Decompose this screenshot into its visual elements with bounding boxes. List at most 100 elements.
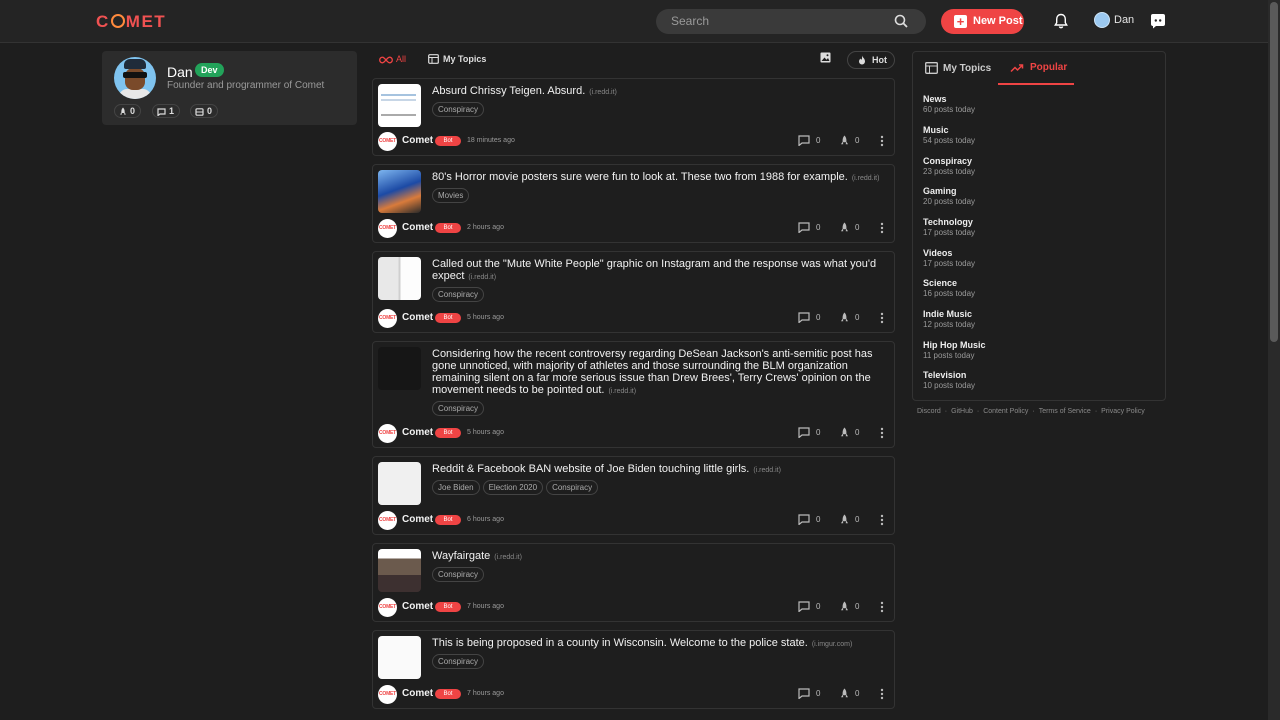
post-author[interactable]: Comet (402, 222, 433, 233)
comments-button[interactable]: 0 (798, 688, 820, 700)
topic-tag[interactable]: Conspiracy (546, 480, 599, 495)
topic-name[interactable]: Music (923, 125, 975, 135)
topic-tag[interactable]: Movies (432, 188, 470, 203)
tab-my-topics[interactable]: My Topics (925, 62, 991, 74)
post-thumbnail[interactable] (378, 549, 421, 592)
discord-icon[interactable] (1150, 13, 1166, 32)
more-options-icon[interactable] (879, 221, 885, 235)
post-card[interactable]: 80's Horror movie posters sure were fun … (372, 164, 895, 243)
more-options-icon[interactable] (879, 134, 885, 148)
more-options-icon[interactable] (879, 426, 885, 440)
more-options-icon[interactable] (879, 600, 885, 614)
post-title[interactable]: Absurd Chrissy Teigen. Absurd. (i.redd.it… (432, 85, 886, 99)
post-card[interactable]: Absurd Chrissy Teigen. Absurd. (i.redd.it… (372, 78, 895, 156)
topic-tag[interactable]: Joe Biden (432, 480, 480, 495)
more-options-icon[interactable] (879, 513, 885, 527)
post-thumbnail[interactable] (378, 347, 421, 390)
author-avatar[interactable]: COMET (378, 309, 397, 328)
topic-name[interactable]: Indie Music (923, 309, 975, 319)
popular-topic-item[interactable]: Technology 17 posts today (923, 217, 975, 237)
comments-button[interactable]: 0 (798, 135, 820, 147)
footer-link-privacy[interactable]: Privacy Policy (1101, 408, 1145, 415)
search-input[interactable] (671, 14, 871, 28)
rocket-button[interactable]: 0 (840, 514, 859, 525)
post-title[interactable]: Considering how the recent controversy r… (432, 348, 886, 398)
post-title[interactable]: Called out the "Mute White People" graph… (432, 258, 886, 284)
post-author[interactable]: Comet (402, 135, 433, 146)
new-post-button[interactable]: + New Post (941, 9, 1024, 34)
post-title[interactable]: 80's Horror movie posters sure were fun … (432, 171, 886, 185)
footer-link-github[interactable]: GitHub (951, 408, 973, 415)
profile-name[interactable]: Dan (167, 64, 193, 80)
popular-topic-item[interactable]: Indie Music 12 posts today (923, 309, 975, 329)
post-title[interactable]: This is being proposed in a county in Wi… (432, 637, 886, 651)
page-scrollbar[interactable] (1268, 0, 1280, 720)
author-avatar[interactable]: COMET (378, 598, 397, 617)
topic-tag[interactable]: Conspiracy (432, 102, 485, 117)
comments-button[interactable]: 0 (798, 427, 820, 439)
post-title[interactable]: Wayfairgate (i.redd.it) (432, 550, 886, 564)
post-card[interactable]: Reddit & Facebook BAN website of Joe Bid… (372, 456, 895, 535)
topic-name[interactable]: Gaming (923, 186, 975, 196)
post-thumbnail[interactable] (378, 462, 421, 505)
topic-tag[interactable]: Election 2020 (482, 480, 544, 495)
footer-link-discord[interactable]: Discord (917, 408, 941, 415)
post-author[interactable]: Comet (402, 688, 433, 699)
post-author[interactable]: Comet (402, 514, 433, 525)
popular-topic-item[interactable]: Science 16 posts today (923, 278, 975, 298)
topic-name[interactable]: Technology (923, 217, 975, 227)
popular-topic-item[interactable]: News 60 posts today (923, 94, 975, 114)
footer-link-terms[interactable]: Terms of Service (1039, 408, 1091, 415)
topic-tag[interactable]: Conspiracy (432, 567, 485, 582)
rocket-button[interactable]: 0 (840, 601, 859, 612)
post-card[interactable]: Called out the "Mute White People" graph… (372, 251, 895, 333)
footer-link-content-policy[interactable]: Content Policy (983, 408, 1028, 415)
popular-topic-item[interactable]: Music 54 posts today (923, 125, 975, 145)
post-card[interactable]: Considering how the recent controversy r… (372, 341, 895, 448)
author-avatar[interactable]: COMET (378, 424, 397, 443)
scrollbar-thumb[interactable] (1270, 2, 1278, 342)
author-avatar[interactable]: COMET (378, 132, 397, 151)
rocket-button[interactable]: 0 (840, 427, 859, 438)
bell-icon[interactable] (1054, 13, 1068, 32)
comments-button[interactable]: 0 (798, 601, 820, 613)
post-card[interactable]: Wayfairgate (i.redd.it) Conspiracy COMET … (372, 543, 895, 622)
popular-topic-item[interactable]: Hip Hop Music 11 posts today (923, 340, 986, 360)
author-avatar[interactable]: COMET (378, 685, 397, 704)
topic-name[interactable]: Conspiracy (923, 156, 975, 166)
topic-tag[interactable]: Conspiracy (432, 287, 485, 302)
post-thumbnail[interactable] (378, 636, 421, 679)
rocket-button[interactable]: 0 (840, 135, 859, 146)
comments-button[interactable]: 0 (798, 312, 820, 324)
topic-name[interactable]: Television (923, 370, 975, 380)
post-thumbnail[interactable] (378, 170, 421, 213)
post-title[interactable]: Reddit & Facebook BAN website of Joe Bid… (432, 463, 886, 477)
post-author[interactable]: Comet (402, 427, 433, 438)
tab-all[interactable]: All (379, 54, 406, 64)
author-avatar[interactable]: COMET (378, 511, 397, 530)
sort-hot-button[interactable]: Hot (847, 51, 895, 69)
search-bar[interactable] (656, 9, 926, 34)
comments-button[interactable]: 0 (798, 514, 820, 526)
rocket-button[interactable]: 0 (840, 688, 859, 699)
post-thumbnail[interactable] (378, 84, 421, 127)
rocket-button[interactable]: 0 (840, 312, 859, 323)
tab-popular[interactable]: Popular (1010, 62, 1067, 73)
user-menu[interactable]: Dan (1090, 12, 1134, 30)
topic-name[interactable]: Hip Hop Music (923, 340, 986, 350)
topic-name[interactable]: News (923, 94, 975, 104)
topic-tag[interactable]: Conspiracy (432, 654, 485, 669)
post-author[interactable]: Comet (402, 601, 433, 612)
profile-avatar[interactable] (114, 57, 156, 99)
more-options-icon[interactable] (879, 687, 885, 701)
rocket-button[interactable]: 0 (840, 222, 859, 233)
popular-topic-item[interactable]: Conspiracy 23 posts today (923, 156, 975, 176)
topic-tag[interactable]: Conspiracy (432, 401, 485, 416)
post-card[interactable]: This is being proposed in a county in Wi… (372, 630, 895, 709)
post-author[interactable]: Comet (402, 312, 433, 323)
topic-name[interactable]: Science (923, 278, 975, 288)
popular-topic-item[interactable]: Gaming 20 posts today (923, 186, 975, 206)
image-toggle-icon[interactable] (820, 52, 834, 66)
comments-button[interactable]: 0 (798, 222, 820, 234)
author-avatar[interactable]: COMET (378, 219, 397, 238)
